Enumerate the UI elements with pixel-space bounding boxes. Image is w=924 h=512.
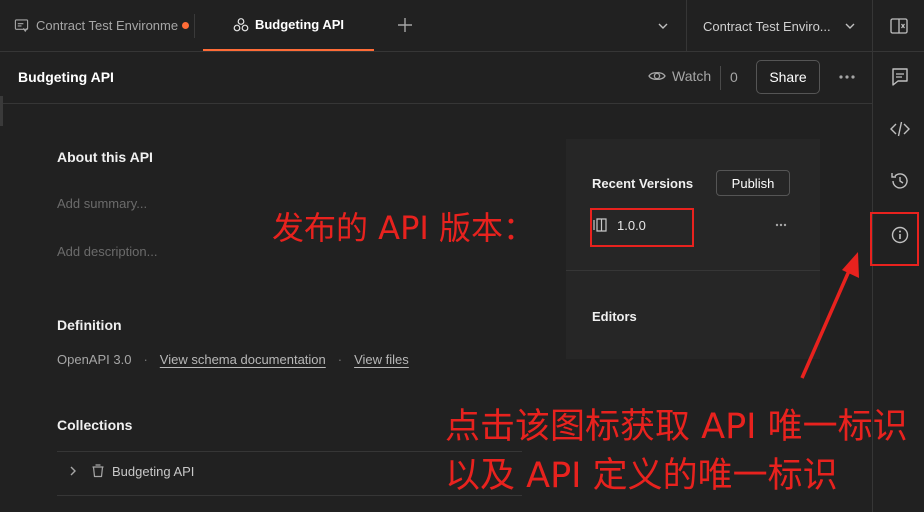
tab-budgeting-api[interactable]: Budgeting API (203, 0, 374, 51)
definition-heading: Definition (57, 317, 122, 333)
tabs-dropdown-chevron-icon[interactable] (656, 19, 670, 33)
tab-bar: Contract Test Environme Budgeting API Co… (0, 0, 924, 52)
collection-item[interactable]: Budgeting API (66, 463, 194, 479)
environment-selected-label: Contract Test Enviro... (703, 18, 831, 34)
about-heading: About this API (57, 149, 153, 165)
eye-icon (648, 71, 666, 81)
environment-selector[interactable]: Contract Test Enviro... (703, 0, 831, 52)
editors-title: Editors (592, 309, 637, 324)
tab-divider (194, 14, 195, 38)
divider (872, 0, 873, 52)
version-more-options-icon[interactable] (774, 220, 788, 230)
info-icon-highlight-box (870, 212, 919, 266)
watch-label: Watch (672, 68, 712, 84)
watch-button[interactable]: Watch (648, 68, 711, 84)
api-icon (233, 17, 249, 31)
divider (566, 270, 820, 271)
environment-chevron-down-icon[interactable] (843, 19, 857, 33)
separator: · (143, 352, 148, 367)
api-header: Budgeting API Watch 0 Share (0, 52, 872, 104)
page-title: Budgeting API (18, 69, 114, 85)
info-annotation-line2: 以及 API 定义的唯一标识 (445, 456, 838, 496)
unsaved-changes-dot (182, 22, 190, 29)
history-icon[interactable] (889, 170, 911, 192)
tab-label: Budgeting API (254, 17, 345, 32)
environment-tab-icon (14, 19, 29, 33)
collection-icon (92, 464, 104, 478)
collections-heading: Collections (57, 417, 133, 433)
definition-line: OpenAPI 3.0 · View schema documentation … (57, 352, 409, 367)
comments-icon[interactable] (889, 66, 911, 88)
separator: · (337, 352, 343, 367)
chevron-right-icon[interactable] (66, 464, 80, 478)
share-button[interactable]: Share (756, 60, 820, 94)
version-annotation: 发布的 API 版本： (272, 209, 535, 247)
divider (720, 66, 721, 90)
version-highlight-box (590, 208, 694, 247)
new-tab-plus-icon[interactable] (394, 14, 416, 36)
summary-input[interactable]: Add summary... (57, 196, 147, 211)
description-input[interactable]: Add description... (57, 244, 157, 259)
recent-versions-title: Recent Versions (592, 176, 694, 191)
divider (686, 0, 687, 52)
more-options-icon[interactable] (836, 68, 858, 86)
view-schema-documentation-link[interactable]: View schema documentation (160, 352, 326, 367)
view-files-link[interactable]: View files (354, 352, 409, 367)
code-icon[interactable] (889, 118, 911, 140)
tab-label: Contract Test Environme (36, 18, 179, 33)
environment-quick-look-icon[interactable] (889, 16, 909, 36)
definition-format: OpenAPI 3.0 (57, 352, 132, 367)
api-info-panel: Recent Versions Publish 1.0.0 Editors (566, 139, 820, 359)
collection-label: Budgeting API (112, 463, 195, 479)
tab-contract-test-environment[interactable]: Contract Test Environme (0, 0, 194, 51)
scrollbar[interactable] (0, 96, 3, 126)
publish-button[interactable]: Publish (716, 170, 790, 196)
info-annotation-line1: 点击该图标获取 API 唯一标识 (445, 407, 908, 447)
annotation-arrow (800, 252, 859, 379)
watch-count[interactable]: 0 (730, 69, 738, 85)
